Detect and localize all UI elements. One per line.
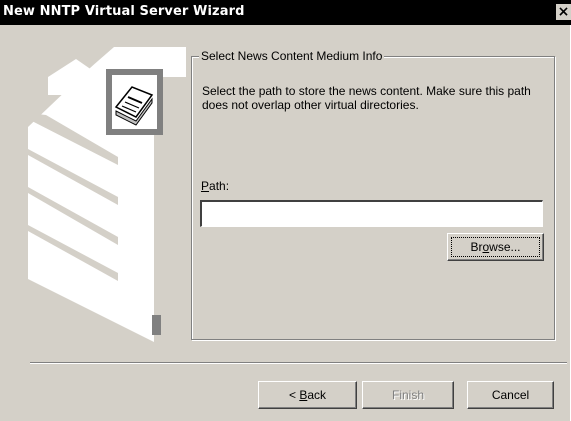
browse-label-end: wse...	[489, 240, 521, 254]
path-label-text: ath:	[209, 179, 230, 193]
path-input[interactable]	[200, 200, 543, 227]
wizard-window: New NNTP Virtual Server Wizard × Select …	[0, 0, 571, 421]
cancel-button[interactable]: Cancel	[467, 381, 554, 409]
newspaper-icon	[106, 69, 163, 135]
window-title: New NNTP Virtual Server Wizard	[3, 4, 245, 19]
browse-button[interactable]: Browse...	[447, 233, 544, 261]
separator-line	[30, 362, 567, 364]
finish-button[interactable]: Finish	[362, 381, 454, 409]
title-bar[interactable]: New NNTP Virtual Server Wizard ×	[0, 0, 571, 25]
wizard-side-image	[28, 47, 186, 344]
path-label: Path:	[201, 179, 229, 193]
browse-label-start: Br	[470, 240, 483, 254]
back-label-end: ack	[307, 388, 327, 402]
group-title: Select News Content Medium Info	[199, 49, 385, 63]
back-label-start: <	[288, 388, 300, 402]
back-button[interactable]: < Back	[258, 381, 357, 409]
close-icon: ×	[557, 4, 570, 20]
server-illustration	[28, 47, 186, 344]
path-label-accelerator: P	[201, 179, 210, 193]
instructions-text: Select the path to store the news conten…	[202, 84, 531, 112]
close-button[interactable]: ×	[556, 4, 571, 20]
